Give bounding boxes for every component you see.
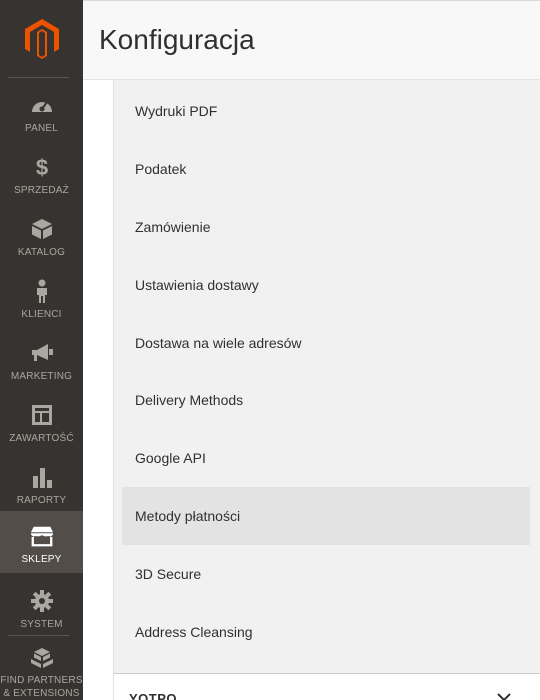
config-group-title: YOTPO [129,691,178,700]
config-item-order[interactable]: Zamówienie [122,198,530,256]
config-item-google-api[interactable]: Google API [122,429,530,487]
sidebar-item-label: KATALOG [17,247,66,258]
sidebar-item-marketing[interactable]: MARKETING [0,328,83,390]
megaphone-icon [30,341,54,365]
extensions-icon [30,646,54,670]
sidebar-item-label: FIND PARTNERS & EXTENSIONS [0,675,83,699]
sidebar-item-partners[interactable]: FIND PARTNERS & EXTENSIONS [0,636,83,700]
config-item-multishipping[interactable]: Dostawa na wiele adresów [122,314,530,372]
sidebar-item-stores[interactable]: SKLEPY [0,511,83,573]
config-item-delivery-methods[interactable]: Delivery Methods [122,371,530,429]
sidebar-item-label: PANEL [24,123,59,134]
admin-app: PANEL $ SPRZEDAŻ KATALOG KLIENCI MARKETI… [0,0,540,700]
bar-chart-icon [30,465,54,489]
config-item-3d-secure[interactable]: 3D Secure [122,545,530,603]
sidebar-divider [8,77,69,78]
sidebar-item-label: SKLEPY [21,554,62,565]
sidebar-item-label: ZAWARTOŚĆ [9,433,74,444]
svg-text:$: $ [35,155,47,179]
config-section-list: Wydruki PDF Podatek Zamówienie Ustawieni… [113,80,540,673]
sidebar-item-label: KLIENCI [21,309,62,320]
sidebar-item-label: SPRZEDAŻ [14,185,69,196]
page-header: Konfiguracja [83,0,540,80]
config-item-tax[interactable]: Podatek [122,140,530,198]
sidebar-item-system[interactable]: SYSTEM [0,576,83,638]
sidebar-item-panel[interactable]: PANEL [0,80,83,142]
sidebar-item-label: RAPORTY [16,495,67,506]
config-item-pdf-prints[interactable]: Wydruki PDF [122,82,530,140]
admin-sidebar: PANEL $ SPRZEDAŻ KATALOG KLIENCI MARKETI… [0,0,83,700]
sidebar-item-label: SYSTEM [20,619,63,630]
page-title: Konfiguracja [99,24,255,55]
magento-logo[interactable] [0,0,83,78]
sidebar-item-content[interactable]: ZAWARTOŚĆ [0,390,83,452]
sidebar-item-label: MARKETING [10,371,73,382]
sidebar-item-customers[interactable]: KLIENCI [0,266,83,328]
config-group-yotpo[interactable]: YOTPO [113,673,540,700]
gear-icon [30,589,54,613]
magento-logo-icon [24,19,59,59]
config-item-shipping-settings[interactable]: Ustawienia dostawy [122,256,530,314]
person-icon [30,279,54,303]
config-item-payment-methods[interactable]: Metody płatności [122,487,530,545]
dollar-icon: $ [30,155,54,179]
store-icon [30,524,54,548]
sidebar-item-catalog[interactable]: KATALOG [0,204,83,266]
dashboard-icon [30,93,54,117]
chevron-down-icon [497,693,511,700]
config-item-address-cleansing[interactable]: Address Cleansing [122,603,530,661]
box-icon [30,217,54,241]
content-icon [30,403,54,427]
sidebar-item-reports[interactable]: RAPORTY [0,452,83,514]
sidebar-item-sales[interactable]: $ SPRZEDAŻ [0,142,83,204]
